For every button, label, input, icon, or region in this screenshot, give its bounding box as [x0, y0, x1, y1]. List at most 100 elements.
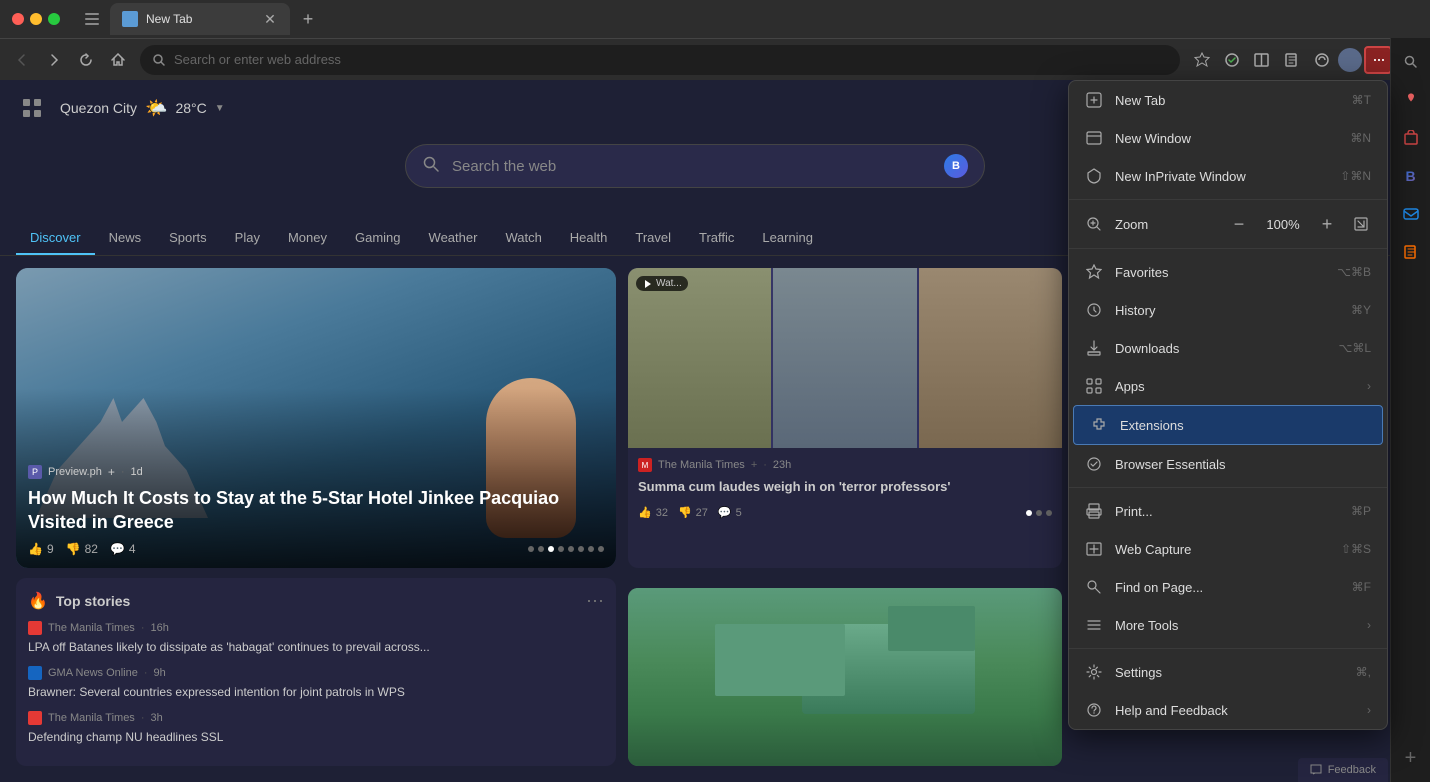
sidebar-outlook-button[interactable]	[1395, 198, 1427, 230]
comments-count[interactable]: 💬 4	[110, 542, 136, 556]
manila-times-logo-1	[28, 621, 42, 635]
search-bar[interactable]: Search the web B	[405, 144, 985, 188]
dislikes-count[interactable]: 👎 82	[66, 542, 98, 556]
watch-dislikes[interactable]: 👎 27	[678, 506, 708, 519]
tab-gaming[interactable]: Gaming	[341, 222, 415, 255]
menu-downloads[interactable]: Downloads ⌥⌘L	[1069, 329, 1387, 367]
menu-more-tools[interactable]: More Tools ›	[1069, 606, 1387, 644]
close-button[interactable]	[12, 13, 24, 25]
menu-browser-essentials[interactable]: Browser Essentials	[1069, 445, 1387, 483]
story-item-1[interactable]: The Manila Times · 16h LPA off Batanes l…	[28, 621, 604, 656]
watch-likes[interactable]: 👍 32	[638, 506, 668, 519]
likes-count[interactable]: 👍 9	[28, 542, 54, 556]
tab-bar: New Tab ✕ +	[78, 3, 1418, 35]
new-tab-icon	[1085, 91, 1103, 109]
tab-health[interactable]: Health	[556, 222, 622, 255]
tab-close-button[interactable]: ✕	[262, 11, 278, 27]
new-tab-button[interactable]: +	[294, 5, 322, 33]
zoom-expand-button[interactable]	[1351, 214, 1371, 234]
menu-web-capture[interactable]: Web Capture ⇧⌘S	[1069, 530, 1387, 568]
sidebar-shopping-button[interactable]	[1395, 122, 1427, 154]
menu-apps[interactable]: Apps ›	[1069, 367, 1387, 405]
sidebar-bing-button[interactable]: B	[1395, 160, 1427, 192]
menu-print[interactable]: Print... ⌘P	[1069, 492, 1387, 530]
menu-help-feedback[interactable]: Help and Feedback ›	[1069, 691, 1387, 729]
story-item-3[interactable]: The Manila Times · 3h Defending champ NU…	[28, 711, 604, 746]
copilot-button[interactable]	[1308, 46, 1336, 74]
feedback-bar[interactable]: Feedback	[1298, 758, 1388, 782]
tab-learning[interactable]: Learning	[748, 222, 827, 255]
menu-new-tab[interactable]: New Tab ⌘T	[1069, 81, 1387, 119]
mid-article-card[interactable]: BisectHosting Hello - From Ad manager - …	[628, 588, 1062, 766]
bing-logo: B	[944, 154, 968, 178]
maximize-button[interactable]	[48, 13, 60, 25]
main-article-card[interactable]: P Preview.ph + · 1d How Much It Costs to…	[16, 268, 616, 568]
tab-traffic[interactable]: Traffic	[685, 222, 748, 255]
address-bar[interactable]: Search or enter web address	[140, 45, 1180, 75]
find-shortcut: ⌘F	[1352, 580, 1371, 594]
tab-news[interactable]: News	[95, 222, 156, 255]
sidebar-search-button[interactable]	[1395, 46, 1427, 78]
extensions-label: Extensions	[1120, 418, 1366, 433]
title-bar: New Tab ✕ +	[0, 0, 1430, 38]
settings-more-button[interactable]: ···	[1364, 46, 1392, 74]
main-article-title: How Much It Costs to Stay at the 5-Star …	[28, 487, 604, 534]
settings-icon	[1085, 663, 1103, 681]
menu-inprivate[interactable]: New InPrivate Window ⇧⌘N	[1069, 157, 1387, 195]
menu-find-on-page[interactable]: Find on Page... ⌘F	[1069, 568, 1387, 606]
tab-money[interactable]: Money	[274, 222, 341, 255]
menu-history[interactable]: History ⌘Y	[1069, 291, 1387, 329]
tab-travel[interactable]: Travel	[621, 222, 685, 255]
article-carousel-dots	[528, 546, 604, 552]
zoom-in-button[interactable]: +	[1315, 212, 1339, 236]
back-button[interactable]	[8, 46, 36, 74]
more-button[interactable]: ···	[586, 590, 604, 611]
sidebar-toggle[interactable]	[78, 5, 106, 33]
profile-button[interactable]	[1338, 48, 1362, 72]
carousel-dot-5	[568, 546, 574, 552]
tab-watch[interactable]: Watch	[491, 222, 555, 255]
saved-items-button[interactable]	[1278, 46, 1306, 74]
tab-favicon	[122, 11, 138, 27]
zoom-out-button[interactable]: −	[1227, 212, 1251, 236]
tab-discover[interactable]: Discover	[16, 222, 95, 255]
story-item-2[interactable]: GMA News Online · 9h Brawner: Several co…	[28, 666, 604, 701]
watch-dot-3	[1046, 510, 1052, 516]
main-article-source: P Preview.ph + · 1d	[28, 465, 604, 479]
favorites-button[interactable]	[1188, 46, 1216, 74]
menu-favorites[interactable]: Favorites ⌥⌘B	[1069, 253, 1387, 291]
sidebar-add-button[interactable]: +	[1395, 742, 1427, 774]
find-on-page-icon	[1085, 578, 1103, 596]
reload-button[interactable]	[72, 46, 100, 74]
sidebar-office-button[interactable]	[1395, 236, 1427, 268]
tab-sports[interactable]: Sports	[155, 222, 221, 255]
split-view-button[interactable]	[1248, 46, 1276, 74]
minimize-button[interactable]	[30, 13, 42, 25]
menu-divider-2	[1069, 248, 1387, 249]
help-icon	[1085, 701, 1103, 719]
settings-label: Settings	[1115, 665, 1344, 680]
menu-new-window[interactable]: New Window ⌘N	[1069, 119, 1387, 157]
zoom-label: Zoom	[1115, 217, 1215, 232]
home-button[interactable]	[104, 46, 132, 74]
forward-button[interactable]	[40, 46, 68, 74]
browser-essentials-button[interactable]	[1218, 46, 1246, 74]
apps-grid-button[interactable]	[16, 92, 48, 124]
watch-comments[interactable]: 💬 5	[718, 506, 742, 519]
location-info[interactable]: Quezon City 🌤️ 28°C ▼	[60, 98, 225, 119]
web-capture-icon	[1085, 540, 1103, 558]
tab-weather[interactable]: Weather	[415, 222, 492, 255]
sidebar-favorites-button[interactable]	[1395, 84, 1427, 116]
watch-widget[interactable]: Wat... M The Manila Times + · 23h Summa …	[628, 268, 1062, 568]
menu-settings[interactable]: Settings ⌘,	[1069, 653, 1387, 691]
carousel-dot-2	[538, 546, 544, 552]
active-tab[interactable]: New Tab ✕	[110, 3, 290, 35]
location-chevron-icon: ▼	[215, 103, 225, 114]
dropdown-menu: New Tab ⌘T New Window ⌘N New InPrivate W…	[1068, 80, 1388, 730]
temperature: 28°C	[175, 100, 206, 116]
menu-divider-4	[1069, 648, 1387, 649]
favorites-label: Favorites	[1115, 265, 1325, 280]
menu-extensions[interactable]: Extensions	[1073, 405, 1383, 445]
carousel-dot-4	[558, 546, 564, 552]
tab-play[interactable]: Play	[221, 222, 274, 255]
